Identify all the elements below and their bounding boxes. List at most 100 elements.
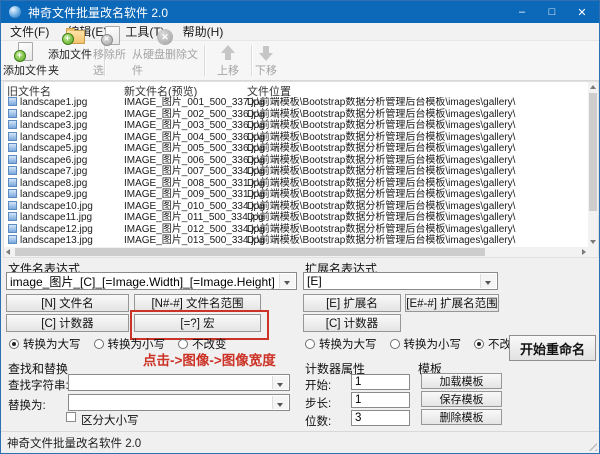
counter-start-input[interactable] [351,374,410,390]
delete-from-disk-icon [157,29,173,45]
extension-expression-combo[interactable]: [E] [303,272,498,290]
new-filename-cell: IMAGE_图片_010_500_334.jpg [124,201,265,213]
replace-with-combo[interactable] [68,394,290,411]
radio-icon [178,339,188,349]
move-down-icon [259,45,273,61]
table-row[interactable]: landscape13.jpgIMAGE_图片_013_500_334.jpgD… [4,235,588,247]
load-template-button[interactable]: 加载模板 [421,373,502,389]
case-sensitive-checkbox[interactable] [66,412,76,422]
radio-selected-icon [474,339,484,349]
horizontal-scrollbar-thumb[interactable] [15,248,485,256]
find-string-label: 查找字符串: [8,377,69,393]
filename-expression-value: image_图片_[C]_[=Image.Width]_[=Image.Heig… [10,273,275,290]
find-string-combo[interactable] [68,374,290,391]
radio-label: 转换为大写 [23,336,81,352]
resize-grip[interactable] [586,440,597,451]
scroll-left-arrow-icon[interactable] [6,249,10,255]
radio-icon [390,339,400,349]
toolbar-separator [204,45,206,76]
close-button[interactable]: ✕ [567,1,597,23]
scroll-up-arrow-icon[interactable] [590,85,596,89]
scroll-down-arrow-icon[interactable] [590,240,596,244]
table-row[interactable]: landscape2.jpgIMAGE_图片_002_500_336.jpgD:… [4,109,588,121]
insert-filename-range-button[interactable]: [N#-#] 文件名范围 [134,294,261,312]
menu-help[interactable]: 帮助(H) [174,22,233,41]
file-location-cell: D:\前端模板\Bootstrap数据分析管理后台模板\images\galle… [247,97,515,109]
file-location-cell: D:\前端模板\Bootstrap数据分析管理后台模板\images\galle… [247,235,515,247]
table-row[interactable]: landscape6.jpgIMAGE_图片_006_500_336.jpgD:… [4,155,588,167]
file-location-cell: D:\前端模板\Bootstrap数据分析管理后台模板\images\galle… [247,155,515,167]
table-row[interactable]: landscape12.jpgIMAGE_图片_012_500_334.jpgD… [4,224,588,236]
insert-counter-button[interactable]: [C] 计数器 [6,314,129,332]
toolbar-label: 从硬盘删除文件 [132,46,198,78]
file-location-cell: D:\前端模板\Bootstrap数据分析管理后台模板\images\galle… [247,224,515,236]
file-location-cell: D:\前端模板\Bootstrap数据分析管理后台模板\images\galle… [247,143,515,155]
move-down-button: 下移 [247,43,285,78]
table-row[interactable]: landscape7.jpgIMAGE_图片_007_500_334.jpgD:… [4,166,588,178]
vertical-scrollbar[interactable] [588,82,598,247]
menu-file[interactable]: 文件(F) [1,22,58,41]
extension-expression-value: [E] [307,274,322,288]
table-row[interactable]: landscape8.jpgIMAGE_图片_008_500_331.jpgD:… [4,178,588,190]
toolbar-label: 上移 [217,62,239,78]
dropdown-arrow-icon[interactable] [272,376,288,389]
remove-selected-button: 移除所选 [93,43,131,78]
old-filename-cell: landscape5.jpg [20,143,87,155]
new-filename-cell: IMAGE_图片_006_500_336.jpg [124,155,265,167]
radio-filename-uppercase[interactable]: 转换为大写 [9,336,81,352]
new-filename-cell: IMAGE_图片_009_500_331.jpg [124,189,265,201]
counter-step-input[interactable] [351,392,410,408]
table-row[interactable]: landscape3.jpgIMAGE_图片_003_500_336.jpgD:… [4,120,588,132]
counter-digits-input[interactable] [351,410,410,426]
table-row[interactable]: landscape10.jpgIMAGE_图片_010_500_334.jpgD… [4,201,588,213]
vertical-scrollbar-thumb[interactable] [589,93,597,211]
delete-from-disk-button: 从硬盘删除文件 [132,43,198,78]
insert-extension-range-button[interactable]: [E#-#] 扩展名范围 [405,294,499,312]
maximize-button[interactable]: □ [537,1,567,23]
move-up-button: 上移 [208,43,248,78]
start-rename-button[interactable]: 开始重命名 [509,335,596,361]
status-text: 神奇文件批量改名软件 2.0 [7,435,141,451]
new-filename-cell: IMAGE_图片_004_500_336.jpg [124,132,265,144]
radio-icon [305,339,315,349]
insert-extension-button[interactable]: [E] 扩展名 [303,294,401,312]
table-row[interactable]: landscape5.jpgIMAGE_图片_005_500_336.jpgD:… [4,143,588,155]
horizontal-scrollbar[interactable] [4,247,588,257]
add-file-button[interactable]: 添加文件 [3,43,47,78]
case-sensitive-label: 区分大小写 [81,412,139,428]
radio-extension-lowercase[interactable]: 转换为小写 [390,336,462,352]
table-row[interactable]: landscape11.jpgIMAGE_图片_011_500_334.jpgD… [4,212,588,224]
counter-step-label: 步长: [305,395,331,411]
dropdown-arrow-icon[interactable] [272,396,288,409]
old-filename-cell: landscape9.jpg [20,189,87,201]
insert-extension-counter-button[interactable]: [C] 计数器 [303,314,401,332]
insert-filename-button[interactable]: [N] 文件名 [6,294,129,312]
file-location-cell: D:\前端模板\Bootstrap数据分析管理后台模板\images\galle… [247,109,515,121]
file-location-cell: D:\前端模板\Bootstrap数据分析管理后台模板\images\galle… [247,120,515,132]
radio-label: 转换为小写 [404,336,462,352]
minimize-button[interactable]: – [507,1,537,23]
toolbar: 添加文件 添加文件夹 移除所选 从硬盘删除文件 上移 下移 [1,41,599,81]
dropdown-arrow-icon[interactable] [480,274,496,288]
image-file-icon [8,166,17,175]
image-file-icon [8,235,17,244]
save-template-button[interactable]: 保存模板 [421,391,502,407]
radio-extension-uppercase[interactable]: 转换为大写 [305,336,377,352]
add-folder-icon [66,30,85,44]
image-file-icon [8,155,17,164]
table-row[interactable]: landscape1.jpgIMAGE_图片_001_500_337.jpgD:… [4,97,588,109]
file-location-cell: D:\前端模板\Bootstrap数据分析管理后台模板\images\galle… [247,166,515,178]
window-title: 神奇文件批量改名软件 2.0 [28,4,168,21]
delete-template-button[interactable]: 删除模板 [421,409,502,425]
old-filename-cell: landscape10.jpg [20,201,93,213]
tutorial-annotation: 点击->图像->图像宽度 [143,349,276,369]
add-file-icon [18,42,33,61]
dropdown-arrow-icon[interactable] [279,274,295,288]
image-file-icon [8,109,17,118]
insert-macro-button[interactable]: [=?] 宏 [134,314,261,332]
scroll-right-arrow-icon[interactable] [582,249,586,255]
table-row[interactable]: landscape9.jpgIMAGE_图片_009_500_331.jpgD:… [4,189,588,201]
image-file-icon [8,132,17,141]
filename-expression-combo[interactable]: image_图片_[C]_[=Image.Width]_[=Image.Heig… [6,272,297,290]
table-row[interactable]: landscape4.jpgIMAGE_图片_004_500_336.jpgD:… [4,132,588,144]
